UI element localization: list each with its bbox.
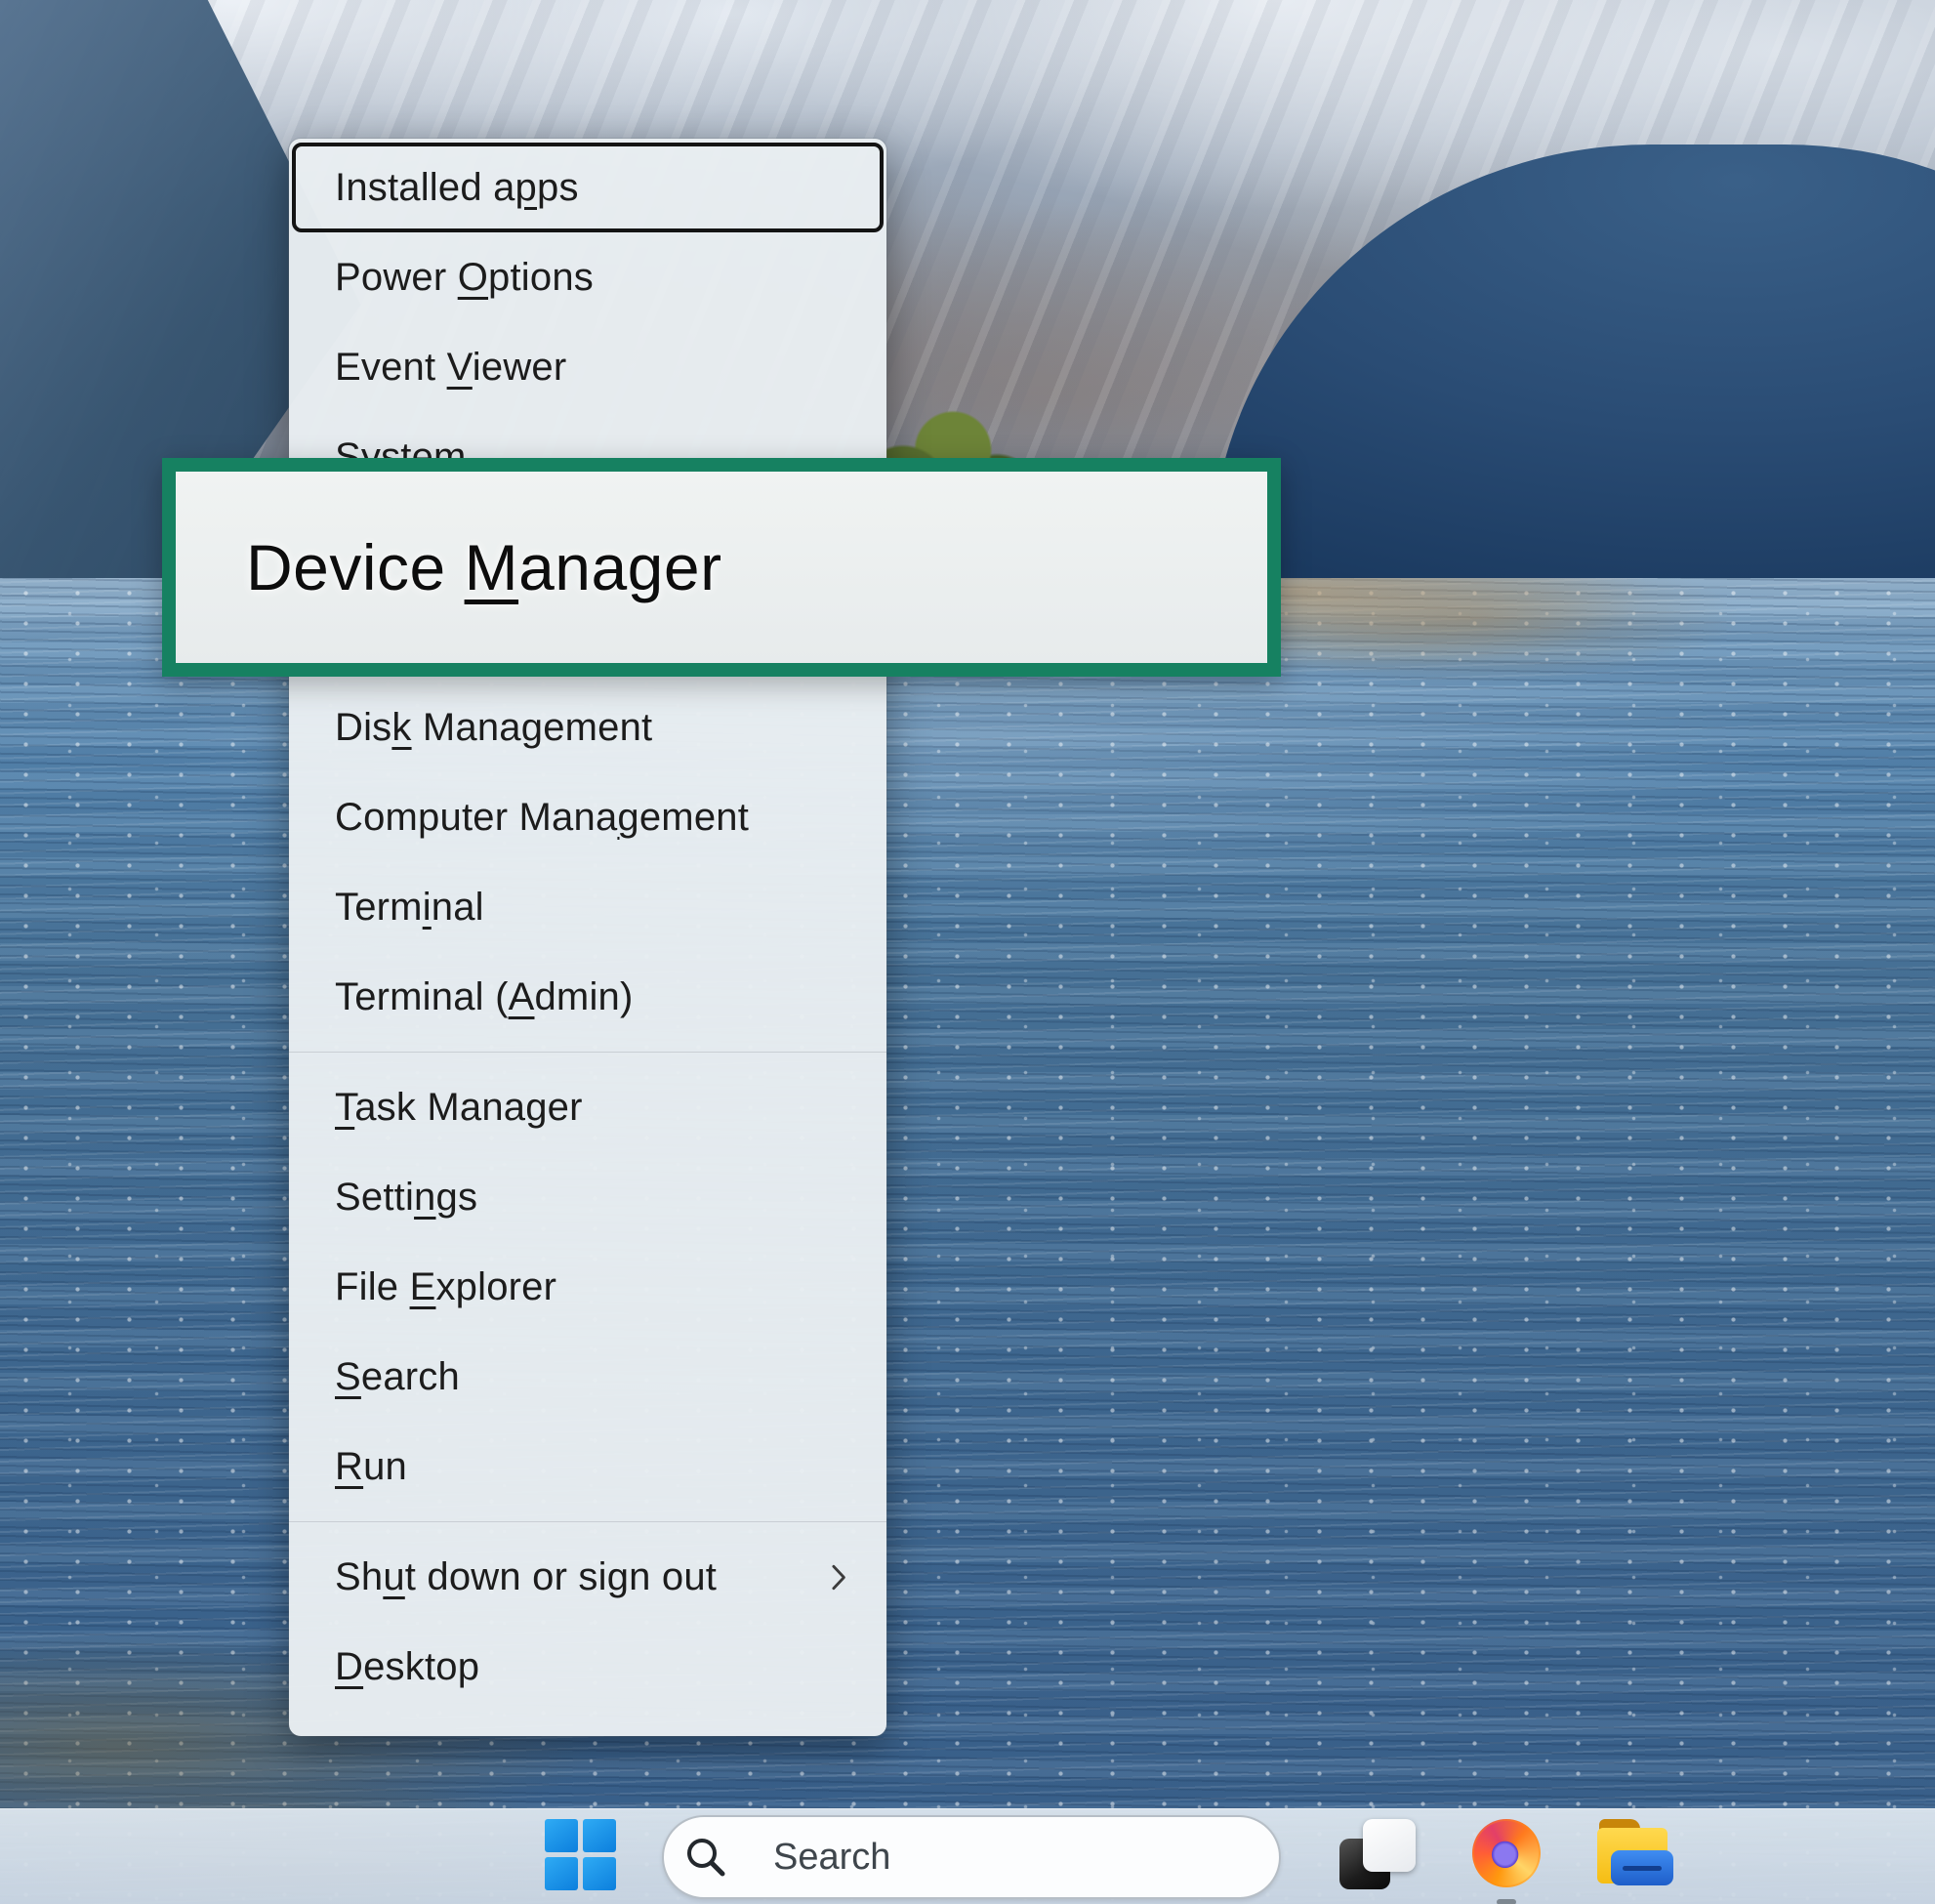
menu-item-settings[interactable]: Settings — [289, 1152, 886, 1242]
menu-item-terminal-admin[interactable]: Terminal (Admin) — [289, 952, 886, 1042]
menu-item-installed-apps[interactable]: Installed apps — [292, 143, 884, 232]
menu-item-computer-management[interactable]: Computer Management — [289, 772, 886, 862]
submenu-chevron-icon — [831, 1562, 847, 1593]
search-input[interactable] — [662, 1815, 1281, 1899]
menu-item-label: Power Options — [335, 256, 594, 300]
menu-separator — [289, 1052, 886, 1053]
menu-item-label: Task Manager — [335, 1086, 583, 1130]
menu-item-label: Search — [335, 1355, 460, 1399]
menu-item-label: Disk Management — [335, 706, 652, 750]
menu-item-search[interactable]: Search — [289, 1332, 886, 1422]
menu-item-label: Run — [335, 1445, 407, 1489]
start-button[interactable] — [545, 1819, 616, 1890]
menu-item-label: Desktop — [335, 1645, 479, 1689]
menu-item-label: Computer Management — [335, 796, 749, 840]
firefox-running-indicator — [1497, 1899, 1516, 1904]
menu-item-terminal[interactable]: Terminal — [289, 862, 886, 952]
menu-item-disk-management[interactable]: Disk Management — [289, 683, 886, 772]
menu-item-label: Installed apps — [335, 166, 579, 210]
callout-label: Device Manager — [246, 530, 722, 604]
menu-item-event-viewer[interactable]: Event Viewer — [289, 322, 886, 412]
taskbar — [0, 1808, 1935, 1904]
firefox-button[interactable] — [1472, 1819, 1541, 1887]
menu-item-label: Settings — [335, 1176, 477, 1220]
menu-item-task-manager[interactable]: Task Manager — [289, 1062, 886, 1152]
windows-logo-icon — [545, 1819, 578, 1852]
menu-item-shut-down-or-sign-out[interactable]: Shut down or sign out — [289, 1532, 886, 1622]
menu-item-label: File Explorer — [335, 1265, 556, 1309]
menu-item-power-options[interactable]: Power Options — [289, 232, 886, 322]
task-view-button[interactable] — [1339, 1817, 1418, 1895]
menu-separator — [289, 1521, 886, 1522]
device-manager-highlight-callout: Device Manager — [162, 458, 1281, 677]
winx-menu: Installed apps Power Options Event Viewer S… — [289, 139, 886, 1736]
desktop[interactable]: Installed apps Power Options Event Viewer S… — [0, 0, 1935, 1904]
menu-item-run[interactable]: Run — [289, 1422, 886, 1511]
menu-item-label: Terminal (Admin) — [335, 975, 634, 1019]
menu-item-label: Event Viewer — [335, 346, 566, 390]
menu-item-label: Shut down or sign out — [335, 1555, 717, 1599]
file-explorer-button[interactable] — [1597, 1819, 1673, 1885]
menu-item-file-explorer[interactable]: File Explorer — [289, 1242, 886, 1332]
menu-item-label: Terminal — [335, 886, 484, 930]
menu-item-desktop[interactable]: Desktop — [289, 1622, 886, 1712]
